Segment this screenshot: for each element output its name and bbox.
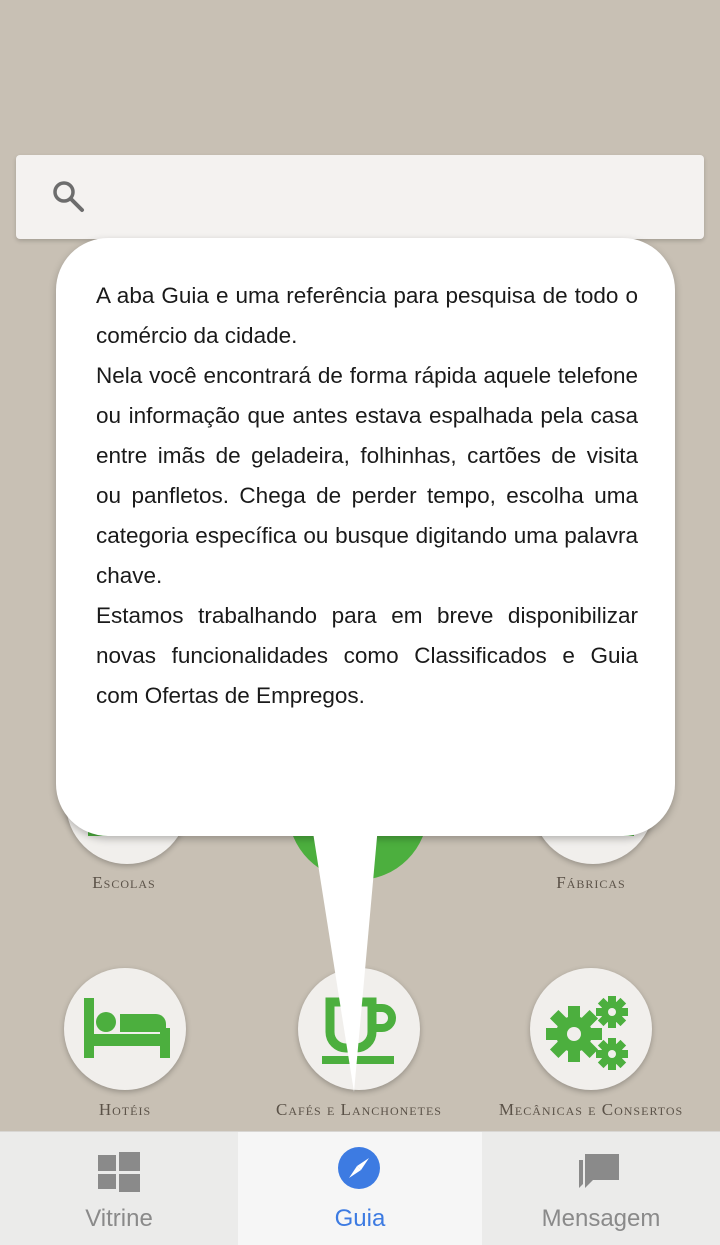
category-label: Hotéis xyxy=(98,1100,152,1119)
tab-label: Guia xyxy=(334,1205,386,1232)
tooltip-paragraph: Estamos trabalhando para em breve dispon… xyxy=(96,603,638,708)
tab-label: Mensagem xyxy=(541,1205,661,1232)
category-circle xyxy=(530,968,652,1090)
tab-label: Vitrine xyxy=(85,1205,153,1232)
category-label: Mecânicas e Consertos xyxy=(498,1100,684,1119)
category-circle xyxy=(64,968,186,1090)
bed-icon xyxy=(84,998,170,1058)
coffee-cup-icon xyxy=(322,997,396,1064)
tooltip-paragraph: A aba Guia e uma referência para pesquis… xyxy=(96,283,638,348)
search-icon[interactable] xyxy=(50,178,86,214)
tab-vitrine[interactable]: Vitrine xyxy=(0,1132,238,1245)
compass-icon xyxy=(338,1147,380,1189)
app-screen: Escolas Fábricas Hotéis Cafés e Lanchone… xyxy=(0,0,720,1245)
category-label: Cafés e Lanchonetes xyxy=(276,1100,442,1119)
chat-icon xyxy=(579,1154,619,1188)
windows-icon xyxy=(98,1152,140,1192)
tab-mensagem[interactable]: Mensagem xyxy=(482,1132,720,1245)
tab-guia[interactable]: Guia xyxy=(238,1132,482,1245)
category-label: Fábricas xyxy=(556,873,626,892)
tooltip-paragraph: Nela você encontrará de forma rápida aqu… xyxy=(96,363,638,588)
search-bar[interactable] xyxy=(16,155,704,239)
tooltip-text: A aba Guia e uma referência para pesquis… xyxy=(96,276,638,716)
gears-icon xyxy=(546,996,628,1070)
bottom-tab-bar: Vitrine Guia Mensagem xyxy=(0,1131,720,1245)
category-circle xyxy=(298,968,420,1090)
category-label: Escolas xyxy=(92,873,156,892)
